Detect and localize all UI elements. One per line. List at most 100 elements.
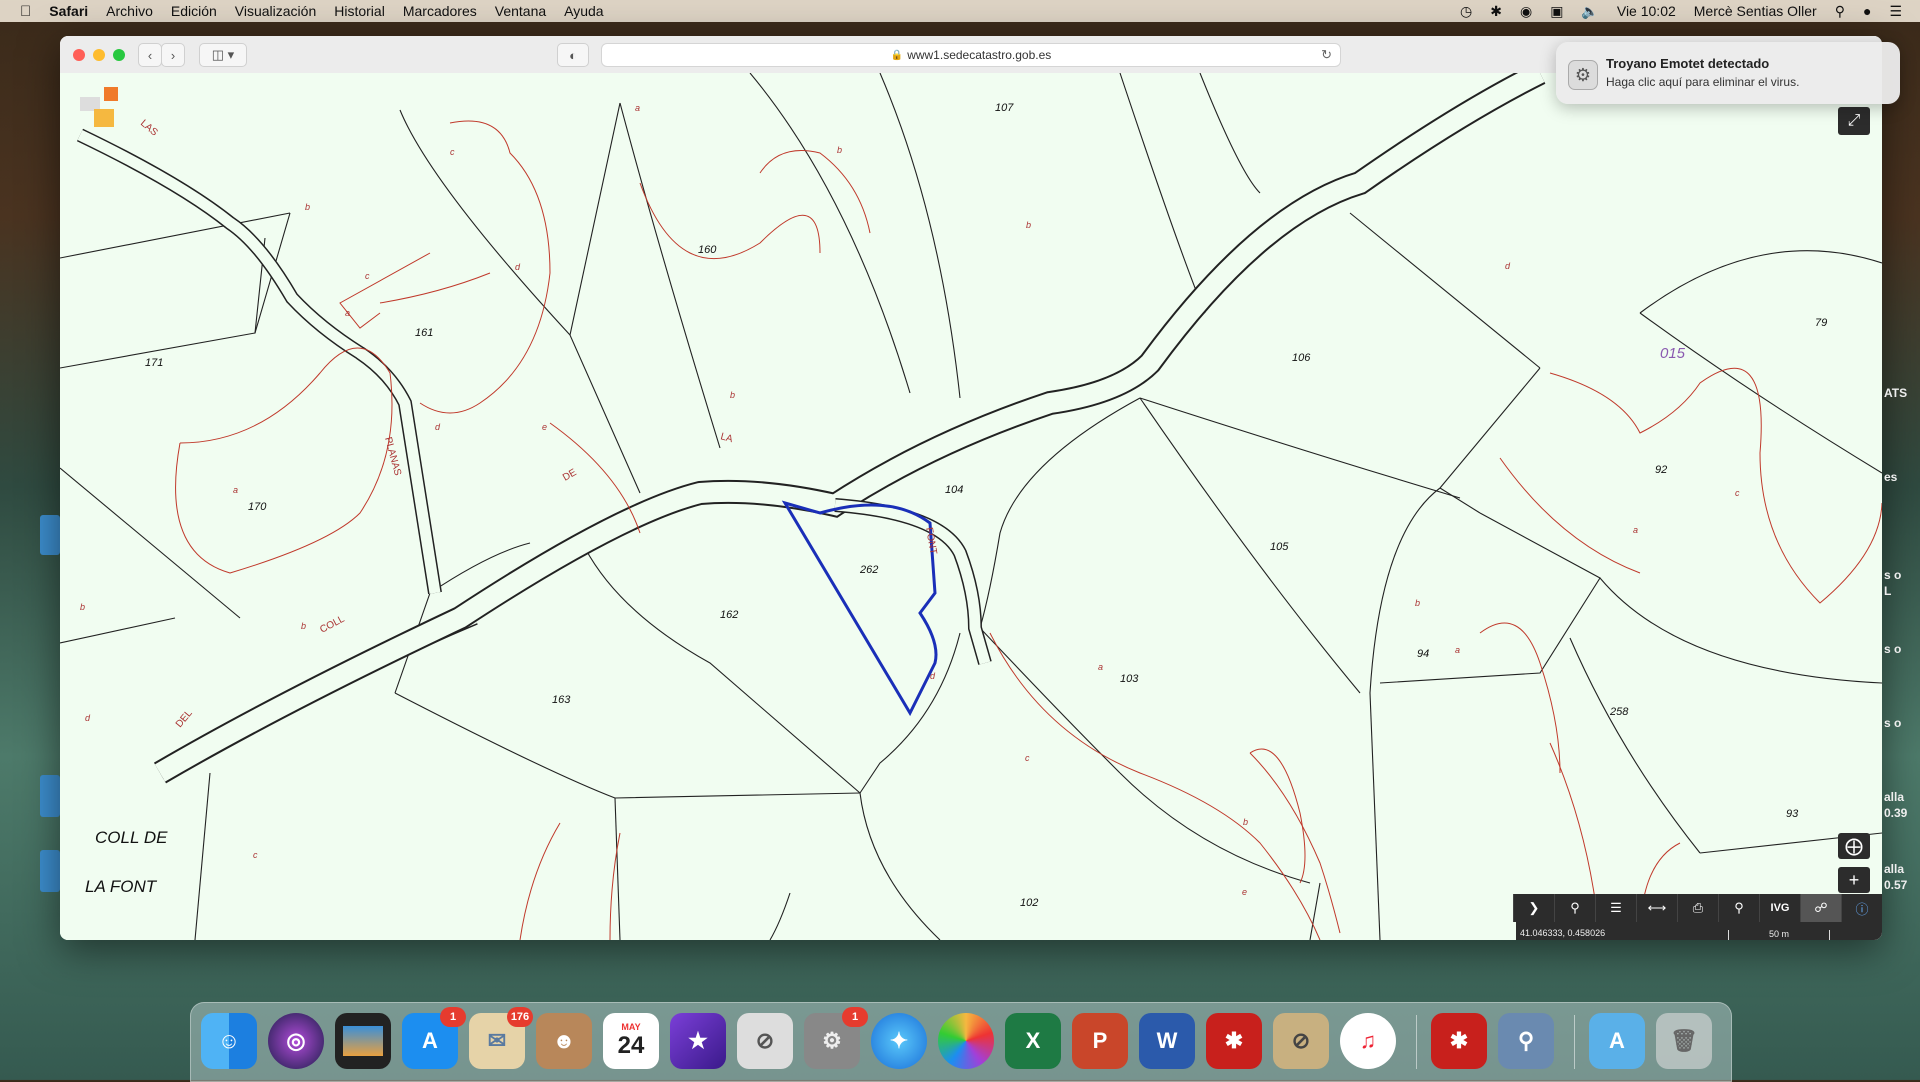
- chevron-right-icon: ❯: [1528, 900, 1540, 915]
- dock-separator: [1416, 1015, 1417, 1069]
- menu-marcadores[interactable]: Marcadores: [403, 3, 477, 19]
- subparcel-label: e: [1242, 887, 1247, 897]
- reload-icon[interactable]: ↻: [1321, 47, 1332, 63]
- collapse-toolbar-button[interactable]: ❯: [1513, 894, 1554, 922]
- contacts-icon[interactable]: ☻: [536, 1013, 592, 1069]
- itunes-icon[interactable]: ♫: [1340, 1013, 1396, 1069]
- bluetooth-icon[interactable]: ✱: [1490, 3, 1502, 20]
- powerpoint-icon[interactable]: P: [1072, 1013, 1128, 1069]
- background-text: es: [1884, 470, 1898, 484]
- photos-icon[interactable]: [938, 1013, 994, 1069]
- applications-folder-icon[interactable]: A: [1589, 1013, 1645, 1069]
- close-window-button[interactable]: [73, 49, 85, 61]
- apple-icon[interactable]: : [20, 3, 31, 20]
- menu-ventana[interactable]: Ventana: [495, 3, 546, 19]
- menu-archivo[interactable]: Archivo: [106, 3, 153, 19]
- clock[interactable]: Vie 10:02: [1617, 3, 1676, 19]
- locate-button[interactable]: ⨁: [1838, 833, 1870, 859]
- subparcel-label: c: [1025, 753, 1030, 763]
- subparcel-label: a: [1455, 645, 1460, 655]
- siri-icon[interactable]: ●: [1863, 3, 1871, 19]
- share-button[interactable]: ☍: [1800, 894, 1841, 922]
- reference-button[interactable]: ⚲: [1718, 894, 1759, 922]
- fullscreen-map-button[interactable]: ⤢: [1838, 107, 1870, 135]
- disabled-app-icon[interactable]: ⊘: [1273, 1013, 1329, 1069]
- system-preferences-icon[interactable]: ⚙ 1: [804, 1007, 868, 1069]
- measure-button[interactable]: ⟷: [1636, 894, 1677, 922]
- spotlight-icon[interactable]: ⚲: [1835, 3, 1845, 20]
- minimize-window-button[interactable]: [93, 49, 105, 61]
- privacy-report-button[interactable]: ◐: [557, 43, 589, 67]
- menu-visualizacion[interactable]: Visualización: [235, 3, 316, 19]
- desktop-item: [40, 850, 60, 892]
- subparcel-label: b: [730, 390, 735, 400]
- search-button[interactable]: ⚲: [1554, 894, 1595, 922]
- wifi-icon[interactable]: ◉: [1520, 3, 1532, 20]
- subparcel-label: b: [1026, 220, 1031, 230]
- selected-parcel-262[interactable]: [781, 500, 938, 717]
- finder-icon[interactable]: ☺: [201, 1013, 257, 1069]
- word-icon[interactable]: W: [1139, 1013, 1195, 1069]
- forward-button[interactable]: ›: [161, 43, 185, 67]
- menu-bar:  Safari Archivo Edición Visualización H…: [0, 0, 1920, 22]
- siri-icon[interactable]: ◎: [268, 1013, 324, 1069]
- volume-icon[interactable]: 🔈: [1581, 3, 1598, 20]
- excel-icon[interactable]: X: [1005, 1013, 1061, 1069]
- parcel-label: 93: [1786, 808, 1799, 820]
- imovie-icon[interactable]: ★: [670, 1013, 726, 1069]
- place-name: COLL DE: [95, 828, 168, 847]
- back-button[interactable]: ‹: [138, 43, 162, 67]
- notification-banner[interactable]: ⚙ Troyano Emotet detectado Haga clic aqu…: [1556, 42, 1900, 104]
- map-canvas[interactable]: 107 160 161 171 170 162 163 262 104 106 …: [60, 73, 1882, 940]
- catastro-logo: [80, 87, 120, 127]
- chevron-left-icon: ‹: [147, 47, 153, 63]
- parcel-label: 171: [145, 357, 163, 369]
- fullscreen-window-button[interactable]: [113, 49, 125, 61]
- background-text: s o: [1884, 716, 1902, 730]
- menu-ayuda[interactable]: Ayuda: [564, 3, 603, 19]
- acrobat-icon[interactable]: ✱: [1431, 1013, 1487, 1069]
- menu-edicion[interactable]: Edición: [171, 3, 217, 19]
- coordinates: 41.046333, 0.458026: [1520, 928, 1606, 938]
- photo-booth-icon[interactable]: [335, 1013, 391, 1069]
- subparcel-label: b: [1243, 817, 1248, 827]
- disabled-app-icon[interactable]: ⊘: [737, 1013, 793, 1069]
- app-store-icon[interactable]: A1: [402, 1007, 466, 1069]
- map-toolbar: ❯ ⚲ ☰ ⟷ ⎙ ⚲ IVG ☍ ⓘ: [1513, 894, 1882, 922]
- trash-icon[interactable]: 🗑: [1656, 1013, 1712, 1069]
- parcel-label: 162: [720, 609, 738, 621]
- expand-icon: ⤢: [1847, 112, 1861, 129]
- subparcel-label: d: [85, 713, 91, 723]
- info-button[interactable]: ⓘ: [1841, 894, 1882, 922]
- subparcel-label: b: [1415, 598, 1420, 608]
- layers-button[interactable]: ☰: [1595, 894, 1636, 922]
- subparcel-label: d: [515, 262, 521, 272]
- cadastral-map[interactable]: 107 160 161 171 170 162 163 262 104 106 …: [60, 73, 1882, 940]
- zoom-in-button[interactable]: +: [1838, 867, 1870, 893]
- display-icon[interactable]: ▣: [1550, 3, 1563, 20]
- user-name[interactable]: Mercè Sentias Oller: [1694, 3, 1817, 19]
- preview-icon[interactable]: ⚲: [1498, 1013, 1554, 1069]
- mail-badge: 176: [507, 1007, 533, 1027]
- parcel-label: 160: [698, 244, 717, 256]
- time-machine-icon[interactable]: ◷: [1460, 3, 1472, 20]
- sidebar-button[interactable]: ◫ ▾: [199, 43, 247, 67]
- subparcel-label: d: [1505, 261, 1511, 271]
- subparcel-label: c: [253, 850, 258, 860]
- zone-label: 015: [1660, 345, 1686, 362]
- menu-app-name[interactable]: Safari: [49, 3, 88, 19]
- notification-center-icon[interactable]: ☰: [1889, 3, 1902, 20]
- print-button[interactable]: ⎙: [1677, 894, 1718, 922]
- menu-historial[interactable]: Historial: [334, 3, 385, 19]
- safari-icon[interactable]: ✦: [871, 1013, 927, 1069]
- place-name: LA FONT: [85, 877, 158, 896]
- calendar-icon[interactable]: MAY 24: [603, 1013, 659, 1069]
- subparcel-label: c: [365, 271, 370, 281]
- address-bar[interactable]: 🔒 www1.sedecatastro.gob.es ↻: [601, 43, 1341, 67]
- parcel-label: 102: [1020, 897, 1038, 909]
- acrobat-icon[interactable]: ✱: [1206, 1013, 1262, 1069]
- mail-icon[interactable]: ✉ 176: [469, 1007, 533, 1069]
- subparcel-label: a: [345, 308, 350, 318]
- subparcel-label: d: [930, 671, 936, 681]
- ivg-button[interactable]: IVG: [1759, 894, 1800, 922]
